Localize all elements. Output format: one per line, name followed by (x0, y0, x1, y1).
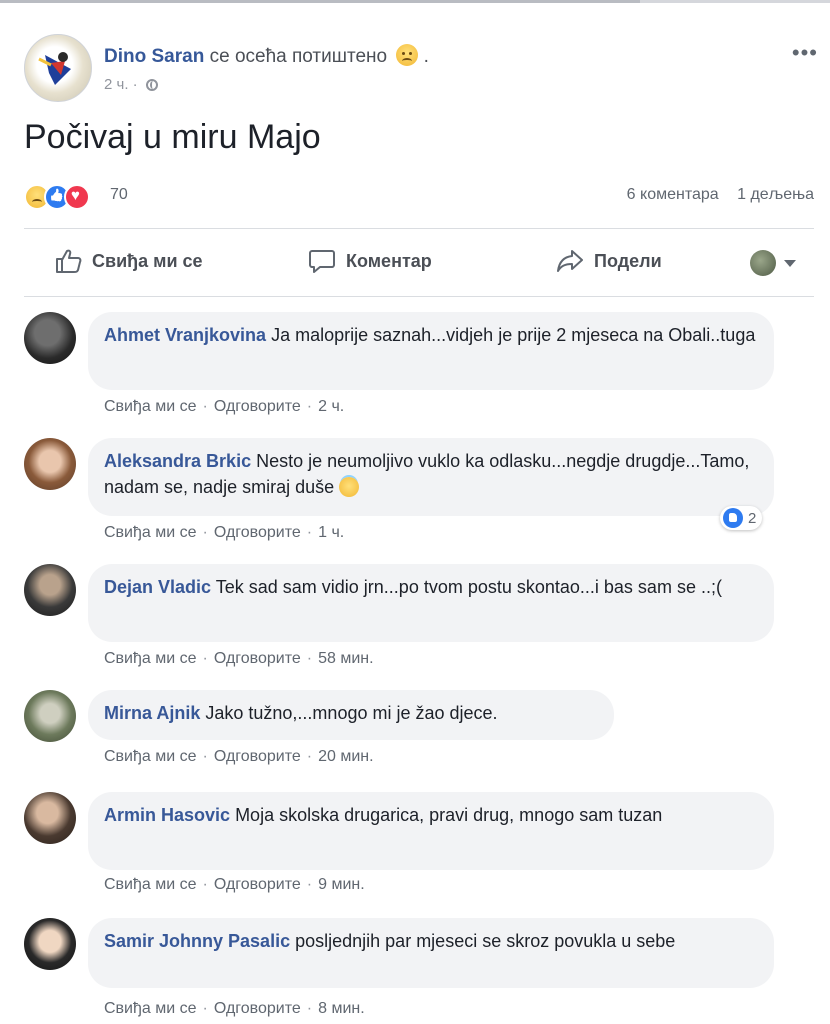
comment-like-link[interactable]: Свиђа ми се (104, 524, 197, 541)
divider (24, 296, 814, 297)
feeling-suffix: . (423, 46, 429, 67)
post-header: Dino Saran се осећа потиштено . 2 ч. · •… (24, 34, 817, 104)
chevron-down-icon (784, 259, 796, 267)
avatar[interactable] (24, 438, 76, 490)
author-line: Dino Saran се осећа потиштено . (104, 44, 429, 68)
comment-bubble: Ahmet Vranjkovina Ja maloprije saznah...… (88, 312, 774, 390)
angel-emoji-icon (339, 477, 360, 497)
comment-like-count: 2 (748, 509, 757, 527)
reaction-count[interactable]: 70 (110, 186, 128, 204)
comment-text: Jako tužno,...mnogo mi je žao djece. (205, 703, 498, 723)
comments-count[interactable]: 6 коментара (627, 186, 719, 203)
comment-reply-link[interactable]: Одговорите (214, 876, 301, 893)
commenter-name[interactable]: Aleksandra Brkic (104, 451, 251, 471)
comment-bubble: Armin Hasovic Moja skolska drugarica, pr… (88, 792, 774, 870)
action-bar: Свиђа ми се Коментар Подели (24, 236, 814, 292)
comment-like-link[interactable]: Свиђа ми се (104, 748, 197, 765)
avatar[interactable] (24, 564, 76, 616)
comment-icon (309, 250, 335, 273)
comment-text: Moja skolska drugarica, pravi drug, mnog… (235, 805, 663, 825)
author-avatar[interactable] (24, 34, 92, 102)
avatar[interactable] (24, 792, 76, 844)
reactions-summary: 70 6 коментара 1 дељења (24, 182, 814, 210)
love-reaction-icon[interactable] (64, 184, 90, 210)
comment-time[interactable]: 58 мин. (318, 650, 373, 667)
post-meta: 2 ч. · (104, 76, 158, 93)
comment-reply-link[interactable]: Одговорите (214, 1000, 301, 1017)
avatar[interactable] (24, 918, 76, 970)
author-name[interactable]: Dino Saran (104, 46, 204, 67)
comment-text: Ja maloprije saznah...vidjeh je prije 2 … (271, 325, 756, 345)
comment-meta: Свиђа ми се · Одговорите · 2 ч. (104, 398, 345, 415)
post-time[interactable]: 2 ч. · (104, 76, 138, 93)
comment-reply-link[interactable]: Одговорите (214, 398, 301, 415)
comment-like-link[interactable]: Свиђа ми се (104, 650, 197, 667)
comment-like-link[interactable]: Свиђа ми се (104, 876, 197, 893)
comment-meta: Свиђа ми се · Одговорите · 9 мин. (104, 876, 365, 893)
comment-time[interactable]: 2 ч. (318, 398, 344, 415)
comment-bubble: Dejan Vladic Tek sad sam vidio jrn...po … (88, 564, 774, 642)
post-text: Počivaj u miru Majo (24, 118, 321, 156)
avatar[interactable] (24, 690, 76, 742)
comment-meta: Свиђа ми се · Одговорите · 20 мин. (104, 748, 374, 765)
comment-reply-link[interactable]: Одговорите (214, 748, 301, 765)
commenter-name[interactable]: Samir Johnny Pasalic (104, 931, 290, 951)
comment-like-link[interactable]: Свиђа ми се (104, 1000, 197, 1017)
more-icon[interactable]: ••• (792, 40, 818, 66)
divider (24, 228, 814, 229)
comment-text: Tek sad sam vidio jrn...po tvom postu sk… (215, 577, 722, 597)
comment-time[interactable]: 20 мин. (318, 748, 373, 765)
comment-meta: Свиђа ми се · Одговорите · 58 мин. (104, 650, 374, 667)
audience-selector[interactable] (750, 250, 796, 276)
avatar[interactable] (24, 312, 76, 364)
audience-avatar (750, 250, 776, 276)
like-reaction-icon (723, 508, 743, 528)
post-stats: 6 коментара 1 дељења (613, 186, 814, 204)
share-button[interactable]: Подели (556, 248, 662, 274)
globe-icon[interactable] (145, 79, 158, 91)
top-border (0, 0, 830, 3)
like-button-label: Свиђа ми се (92, 250, 203, 271)
commenter-name[interactable]: Ahmet Vranjkovina (104, 325, 266, 345)
like-button[interactable]: Свиђа ми се (54, 248, 203, 274)
share-button-label: Подели (594, 250, 662, 271)
share-icon (557, 250, 583, 272)
comment-text: posljednjih par mjeseci se skroz povukla… (295, 931, 676, 951)
comment-button[interactable]: Коментар (308, 248, 432, 274)
comment-reaction-badge[interactable]: 2 (720, 506, 763, 530)
comment-button-label: Коментар (346, 250, 432, 271)
comment-bubble: Mirna Ajnik Jako tužno,...mnogo mi je ža… (88, 690, 614, 740)
comment-time[interactable]: 1 ч. (318, 524, 344, 541)
comment-bubble: Aleksandra Brkic Nesto je neumoljivo vuk… (88, 438, 774, 516)
commenter-name[interactable]: Armin Hasovic (104, 805, 230, 825)
commenter-name[interactable]: Mirna Ajnik (104, 703, 200, 723)
comment-meta: Свиђа ми се · Одговорите · 8 мин. (104, 1000, 365, 1017)
sad-face-emoji-icon (396, 44, 419, 66)
comment-bubble: Samir Johnny Pasalic posljednjih par mje… (88, 918, 774, 988)
thumbs-up-icon (56, 249, 82, 273)
comment-time[interactable]: 8 мин. (318, 1000, 365, 1017)
comment-reply-link[interactable]: Одговорите (214, 524, 301, 541)
feeling-text: се осећа потиштено (209, 46, 388, 67)
comment-reply-link[interactable]: Одговорите (214, 650, 301, 667)
comment-time[interactable]: 9 мин. (318, 876, 365, 893)
shares-count[interactable]: 1 дељења (737, 186, 814, 203)
comment-meta: Свиђа ми се · Одговорите · 1 ч. (104, 524, 345, 541)
commenter-name[interactable]: Dejan Vladic (104, 577, 211, 597)
comment-like-link[interactable]: Свиђа ми се (104, 398, 197, 415)
